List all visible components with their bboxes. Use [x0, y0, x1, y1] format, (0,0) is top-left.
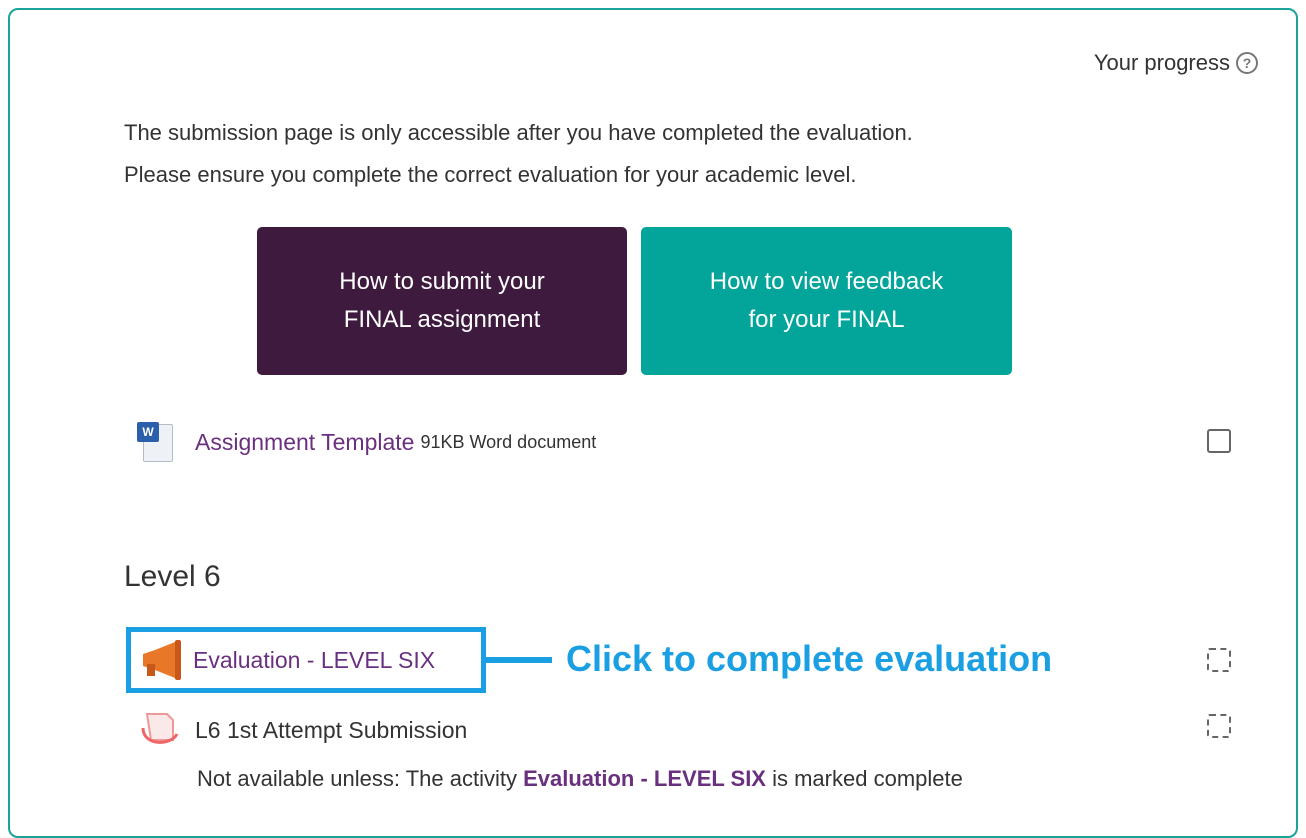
callout-text: Click to complete evaluation	[566, 638, 1053, 679]
restriction-suffix: is marked complete	[772, 766, 963, 791]
submission-completion-checkbox	[1207, 714, 1231, 738]
word-document-icon: W	[137, 422, 173, 462]
progress-label: Your progress	[1093, 50, 1230, 75]
intro-line-1: The submission page is only accessible a…	[124, 120, 913, 145]
intro-line-2: Please ensure you complete the correct e…	[124, 162, 857, 187]
assignment-icon	[141, 713, 179, 744]
how-to-submit-button[interactable]: How to submit your FINAL assignment	[257, 227, 627, 375]
feedback-megaphone-icon	[143, 640, 181, 680]
callout-connector	[486, 657, 552, 663]
assignment-template-row: W Assignment Template 91KB Word document	[137, 422, 596, 462]
assignment-template-link[interactable]: Assignment Template	[195, 429, 414, 456]
restriction-prefix: Not available unless: The activity	[197, 766, 517, 791]
evaluation-row: Evaluation - LEVEL SIX	[137, 640, 435, 680]
availability-restriction: Not available unless: The activity Evalu…	[197, 766, 963, 792]
submit-button-line-1: How to submit your	[339, 268, 545, 295]
l6-submission-title[interactable]: L6 1st Attempt Submission	[195, 717, 467, 744]
evaluation-level-six-link[interactable]: Evaluation - LEVEL SIX	[193, 647, 435, 674]
feedback-button-line-1: How to view feedback	[709, 268, 944, 295]
assignment-template-checkbox[interactable]	[1207, 429, 1231, 453]
submit-button-line-2: FINAL assignment	[343, 306, 541, 333]
help-icon[interactable]: ?	[1236, 52, 1258, 74]
submission-row: L6 1st Attempt Submission	[137, 710, 467, 750]
restriction-activity-link[interactable]: Evaluation - LEVEL SIX	[523, 766, 766, 791]
how-to-view-feedback-button[interactable]: How to view feedback for your FINAL	[641, 227, 1012, 375]
evaluation-completion-checkbox	[1207, 648, 1231, 672]
feedback-button-line-2: for your FINAL	[748, 306, 905, 333]
progress-header: Your progress ?	[1094, 50, 1258, 76]
section-title: Level 6	[124, 560, 221, 593]
assignment-template-meta: 91KB Word document	[420, 431, 597, 452]
intro-text: The submission page is only accessible a…	[124, 112, 913, 196]
